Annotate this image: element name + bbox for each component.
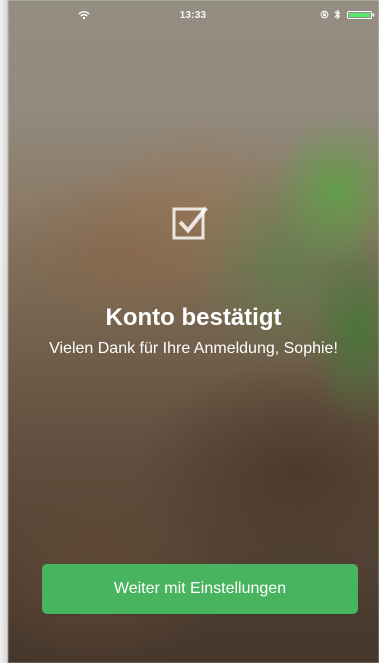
welcome-message: Vielen Dank für Ihre Anmeldung, Sophie! (49, 340, 338, 357)
page-title: Konto bestätigt (105, 304, 282, 332)
continue-settings-button[interactable]: Weiter mit Einstellungen (42, 564, 358, 614)
window-edge (0, 0, 8, 663)
account-confirmed-screen: 13:33 Konto bestätigt Vielen Dank für Ih… (0, 0, 379, 663)
checkbox-checked-icon (172, 206, 208, 240)
confirmation-content: Konto bestätigt Vielen Dank für Ihre Anm… (8, 0, 379, 663)
